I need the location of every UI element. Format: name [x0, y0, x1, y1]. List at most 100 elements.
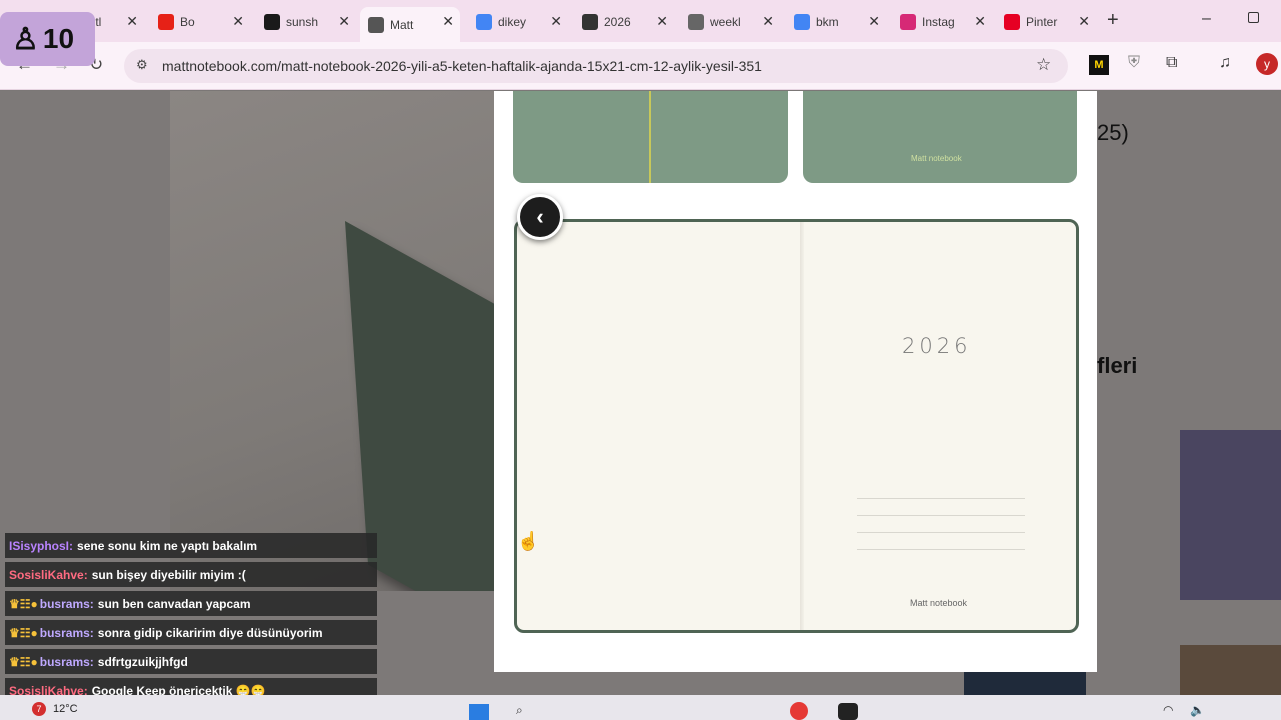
- product-title-fragment: 25): [1097, 120, 1129, 145]
- m-icon: [368, 16, 384, 33]
- tab-5[interactable]: 2026 ✕: [574, 7, 674, 36]
- tab-title: 2026: [604, 14, 631, 29]
- tab-4[interactable]: dikey ✕: [468, 7, 568, 36]
- tab-title: Pinter: [1026, 14, 1058, 29]
- page-element: [964, 672, 1086, 695]
- chatgpt-icon: [582, 13, 598, 30]
- tab-9[interactable]: Pinter ✕: [996, 7, 1096, 36]
- search-icon[interactable]: ⌕: [516, 703, 523, 718]
- chat-text: sonra gidip cikaririm diye düsünüyorim: [97, 625, 323, 640]
- bookmark-star-icon[interactable]: ☆: [1036, 55, 1051, 75]
- chat-username: ISisyphosI:: [9, 538, 74, 553]
- close-tab-icon[interactable]: ✕: [868, 13, 880, 30]
- name-line: [857, 498, 1025, 499]
- viewer-count-badge: ♙ 10: [0, 12, 95, 66]
- browser-toolbar: ← → ↻ ⚙ mattnotebook.com/matt-notebook-2…: [0, 42, 1281, 90]
- tab-3[interactable]: Matt ✕: [360, 7, 460, 42]
- minimize-button[interactable]: –: [1202, 10, 1211, 28]
- chat-message: ♛☷● busrams: sonra gidip cikaririm diye dü…: [5, 620, 377, 645]
- chat-badge-icon: ♛☷●: [9, 596, 38, 611]
- tab-title: sunsh: [286, 14, 318, 29]
- name-line: [857, 515, 1025, 516]
- google-icon: [794, 13, 810, 30]
- tab-title: bkm: [816, 14, 839, 29]
- tab-strip: ⌄ Untitl✕Bo✕sunsh✕Matt✕dikey✕2026✕weekl✕…: [0, 0, 1281, 42]
- person-icon: ♙: [12, 22, 39, 56]
- media-control-icon[interactable]: ♫: [1219, 54, 1231, 72]
- chat-message: ♛☷● busrams: sun ben canvadan yapcam: [5, 591, 377, 616]
- name-line: [857, 549, 1025, 550]
- maximize-button[interactable]: [1248, 12, 1259, 23]
- tab-8[interactable]: Instag ✕: [892, 7, 992, 36]
- tab-title: Bo: [180, 14, 195, 29]
- chat-text: sun bişey diyebilir miyim :(: [91, 567, 246, 582]
- viewer-count: 10: [42, 23, 75, 54]
- k-icon: [264, 13, 280, 30]
- app-taskbar-icon[interactable]: [838, 703, 858, 720]
- shield-extension-icon[interactable]: ⛨: [1128, 54, 1140, 72]
- windows-start-icon[interactable]: [469, 704, 489, 720]
- previous-image-button[interactable]: ‹: [517, 194, 563, 240]
- url-text[interactable]: mattnotebook.com/matt-notebook-2026-yili…: [162, 58, 762, 74]
- book-spine: [800, 222, 804, 630]
- close-tab-icon[interactable]: ✕: [126, 13, 138, 30]
- name-line: [857, 532, 1025, 533]
- close-tab-icon[interactable]: ✕: [338, 13, 350, 30]
- extension-m-icon[interactable]: M: [1089, 55, 1109, 75]
- chat-text: sun ben canvadan yapcam: [97, 596, 251, 611]
- chat-username: busrams:: [39, 596, 94, 611]
- pinterest-icon: [1004, 13, 1020, 30]
- close-tab-icon[interactable]: ✕: [550, 13, 562, 30]
- notification-badge[interactable]: 7: [32, 702, 46, 716]
- thumbnail-brand: Matt notebook: [911, 154, 962, 163]
- close-tab-icon[interactable]: ✕: [442, 13, 454, 30]
- wifi-icon[interactable]: ◠: [1163, 703, 1173, 717]
- thumbnail-closed-book[interactable]: Matt notebook: [803, 91, 1077, 183]
- product-photo: [170, 91, 494, 591]
- extensions-puzzle-icon[interactable]: ⧉: [1166, 54, 1177, 72]
- section-heading-fragment: fleri: [1097, 353, 1138, 378]
- close-tab-icon[interactable]: ✕: [762, 13, 774, 30]
- google-icon: [476, 13, 492, 30]
- chevron-left-icon: ‹: [536, 204, 544, 229]
- close-tab-icon[interactable]: ✕: [1078, 13, 1090, 30]
- color-swatch-image[interactable]: [1180, 645, 1281, 695]
- weather-text[interactable]: 12°C: [53, 703, 78, 715]
- chat-badge-icon: ♛☷●: [9, 625, 38, 640]
- tab-title: weekl: [710, 14, 741, 29]
- bookmark-ribbon: [649, 91, 651, 183]
- profile-avatar[interactable]: y: [1256, 53, 1278, 75]
- main-product-image: 2026 Matt notebook: [514, 219, 1079, 633]
- chat-text: sdfrtgzuikjjhfgd: [97, 654, 188, 669]
- chrome-taskbar-icon[interactable]: [790, 702, 808, 720]
- chat-text: sene sonu kim ne yaptı bakalım: [77, 538, 258, 553]
- chat-badge-icon: ♛☷●: [9, 654, 38, 669]
- windows-taskbar: 7 12°C ⌕ ◠ 🔈: [0, 695, 1281, 720]
- new-tab-button[interactable]: +: [1107, 9, 1119, 32]
- color-swatch-image[interactable]: [1180, 430, 1281, 600]
- globe-icon: [688, 13, 704, 30]
- address-bar[interactable]: ⚙ mattnotebook.com/matt-notebook-2026-yi…: [124, 49, 1068, 83]
- planner-brand: Matt notebook: [910, 598, 968, 608]
- chat-username: busrams:: [39, 654, 94, 669]
- thumbnail-open-book[interactable]: [513, 91, 788, 183]
- chat-message: SosisliKahve: sun bişey diyebilir miyim :…: [5, 562, 377, 587]
- planner-year: 2026: [902, 334, 972, 358]
- close-tab-icon[interactable]: ✕: [974, 13, 986, 30]
- tab-7[interactable]: bkm ✕: [786, 7, 886, 36]
- instagram-icon: [900, 13, 916, 30]
- tab-1[interactable]: Bo ✕: [150, 7, 250, 36]
- site-info-icon[interactable]: ⚙: [136, 57, 148, 73]
- chat-username: busrams:: [39, 625, 94, 640]
- chat-username: SosisliKahve:: [9, 567, 88, 582]
- tab-title: dikey: [498, 14, 527, 29]
- tab-title: Instag: [922, 14, 954, 29]
- chat-message: ISisyphosI: sene sonu kim ne yaptı bakalı…: [5, 533, 377, 558]
- tab-6[interactable]: weekl ✕: [680, 7, 780, 36]
- youtube-icon: [158, 13, 174, 30]
- close-tab-icon[interactable]: ✕: [232, 13, 244, 30]
- volume-icon[interactable]: 🔈: [1190, 703, 1205, 717]
- chat-message: ♛☷● busrams: sdfrtgzuikjjhfgd: [5, 649, 377, 674]
- close-tab-icon[interactable]: ✕: [656, 13, 668, 30]
- tab-2[interactable]: sunsh ✕: [256, 7, 356, 36]
